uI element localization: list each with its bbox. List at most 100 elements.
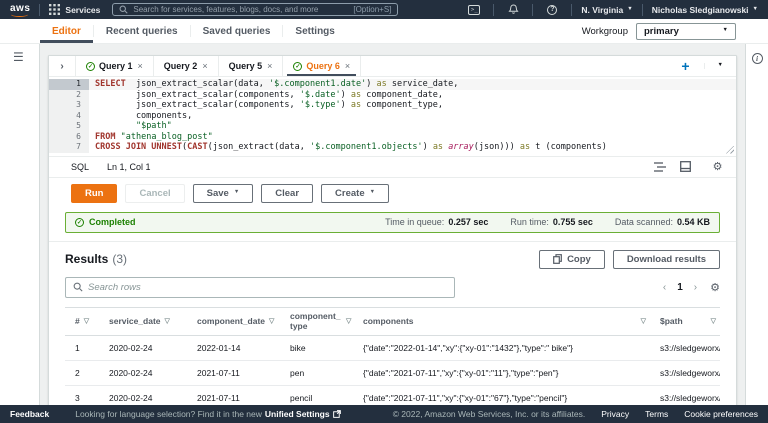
query-tab[interactable]: Query 5×	[219, 56, 284, 76]
chevron-down-icon: ▼	[753, 7, 758, 13]
cancel-button[interactable]: Cancel	[125, 184, 184, 203]
question-icon: ?	[547, 5, 557, 15]
search-rows-input[interactable]: Search rows	[65, 277, 455, 298]
help-button[interactable]: ?	[542, 3, 562, 16]
close-tab-icon[interactable]: ×	[267, 61, 272, 71]
table-row: 12020-02-242022-01-14bike{"date":"2022-0…	[65, 336, 720, 361]
column-header-service-date[interactable]: service_date▽	[99, 313, 187, 329]
query-tab[interactable]: Query 2 ×	[154, 56, 219, 76]
global-search-input[interactable]: Search for services, features, blogs, do…	[112, 3, 398, 16]
right-side-rail: i	[745, 44, 768, 405]
table-cell: 2021-07-11	[187, 393, 280, 403]
column-header-component-date[interactable]: component_date▽	[187, 313, 280, 329]
download-results-button[interactable]: Download results	[613, 250, 720, 269]
copy-button[interactable]: Copy	[539, 250, 605, 269]
table-cell: s3://sledgeworx/athena_demo/example.json	[650, 343, 720, 353]
query-tab[interactable]: ✓Query 6×	[283, 56, 361, 76]
table-cell: s3://sledgeworx/athena_demo/example.json	[650, 393, 720, 403]
editor-code[interactable]: SELECT json_extract_scalar(data, '$.comp…	[89, 79, 736, 153]
minimap-icon[interactable]	[679, 160, 692, 173]
account-menu[interactable]: Nicholas Sledgianowski ▼	[652, 5, 758, 15]
info-icon[interactable]: i	[752, 53, 763, 64]
code-line[interactable]: "$path"	[89, 121, 736, 132]
create-button[interactable]: Create▼	[321, 184, 389, 203]
code-line[interactable]: FROM "athena_blog_post"	[89, 132, 736, 143]
table-row: 22020-02-242021-07-11pen{"date":"2021-07…	[65, 361, 720, 386]
results-table-header: #▽ service_date▽ component_date▽ compone…	[65, 308, 720, 336]
sort-icon[interactable]: ▽	[346, 317, 351, 325]
current-page-number[interactable]: 1	[673, 282, 687, 293]
sort-icon[interactable]: ▽	[641, 317, 646, 325]
tab-saved-queries[interactable]: Saved queries	[191, 19, 283, 43]
cloudshell-button[interactable]: >_	[464, 3, 484, 16]
column-header-component-type[interactable]: component_type▽	[280, 308, 353, 335]
table-cell: 2021-07-11	[187, 368, 280, 378]
terms-link[interactable]: Terms	[645, 409, 668, 419]
divider	[642, 4, 643, 16]
table-cell: 2	[65, 368, 99, 378]
table-cell: 1	[65, 343, 99, 353]
column-header-index[interactable]: #▽	[65, 313, 99, 329]
notifications-button[interactable]	[503, 3, 523, 16]
check-circle-icon: ✓	[86, 62, 95, 71]
column-header-path[interactable]: $path▽	[650, 313, 720, 329]
table-preferences-gear-icon[interactable]: ⚙	[710, 281, 720, 294]
query-tab-strip: ✓Query 1×Query 2×Query 5×✓Query 6×	[76, 56, 361, 76]
divider	[39, 4, 40, 16]
workgroup-select[interactable]: primary ▼	[636, 23, 736, 40]
aws-logo[interactable]: aws	[10, 3, 30, 17]
next-page-icon[interactable]: ›	[694, 282, 697, 293]
close-tab-icon[interactable]: ×	[202, 61, 207, 71]
new-query-tab-button[interactable]: +	[667, 59, 703, 73]
tab-overflow-menu[interactable]: ▼	[704, 63, 736, 69]
sort-icon[interactable]: ▽	[711, 317, 716, 325]
unified-settings-link[interactable]: Unified Settings	[265, 409, 330, 419]
save-button[interactable]: Save▼	[193, 184, 254, 203]
feedback-link[interactable]: Feedback	[10, 409, 49, 419]
workgroup-label: Workgroup	[582, 26, 628, 37]
query-tab-bar: › ✓Query 1×Query 2×Query 5×✓Query 6× + ▼	[49, 56, 736, 77]
search-shortcut: [Option+S]	[353, 5, 391, 14]
query-tab-label: Query 2	[164, 61, 198, 71]
sort-icon[interactable]: ▽	[84, 317, 89, 325]
code-line[interactable]: json_extract_scalar(components, '$.date'…	[89, 90, 736, 101]
code-line[interactable]: components,	[89, 111, 736, 122]
close-tab-icon[interactable]: ×	[345, 61, 350, 71]
editor-settings-gear-icon[interactable]: ⚙	[711, 160, 724, 173]
sort-icon[interactable]: ▽	[269, 317, 274, 325]
table-cell: {"date":"2022-01-14","xy":{"xy-01":"1432…	[353, 343, 650, 353]
run-button[interactable]: Run	[71, 184, 117, 203]
query-tab[interactable]: ✓Query 1×	[76, 56, 154, 76]
privacy-link[interactable]: Privacy	[601, 409, 629, 419]
table-cell: 3	[65, 393, 99, 403]
close-tab-icon[interactable]: ×	[138, 61, 143, 71]
tab-editor[interactable]: Editor	[40, 19, 93, 43]
external-link-icon	[333, 410, 341, 418]
column-header-components[interactable]: components▽	[353, 313, 650, 329]
clear-button[interactable]: Clear	[261, 184, 313, 203]
code-line[interactable]: CROSS JOIN UNNEST(CAST(json_extract(data…	[89, 142, 736, 153]
tab-settings[interactable]: Settings	[283, 19, 346, 43]
sort-icon[interactable]: ▽	[165, 317, 170, 325]
table-row: 32020-02-242021-07-11pencil{"date":"2021…	[65, 386, 720, 405]
user-name: Nicholas Sledgianowski	[652, 5, 749, 15]
code-line[interactable]: SELECT json_extract_scalar(data, '$.comp…	[89, 79, 736, 90]
table-cell: pen	[280, 368, 353, 378]
main-content: ☰ i › ✓Query 1×Query 2×Query 5×✓Query 6×…	[0, 44, 768, 405]
search-icon	[119, 5, 128, 14]
code-line[interactable]: json_extract_scalar(components, '$.type'…	[89, 100, 736, 111]
tab-recent-queries[interactable]: Recent queries	[94, 19, 190, 43]
previous-page-icon[interactable]: ‹	[663, 282, 666, 293]
sql-code-editor[interactable]: 1234567 SELECT json_extract_scalar(data,…	[49, 77, 736, 157]
cookie-preferences-link[interactable]: Cookie preferences	[684, 409, 758, 419]
time-in-queue-stat: Time in queue:0.257 sec	[385, 217, 488, 227]
table-cell: 2020-02-24	[99, 393, 187, 403]
region-selector[interactable]: N. Virginia ▼	[581, 5, 632, 15]
editor-gutter: 1234567	[49, 79, 89, 153]
table-cell: bike	[280, 343, 353, 353]
format-query-icon[interactable]	[653, 160, 666, 173]
expand-panel-button[interactable]: ›	[49, 56, 76, 76]
data-scanned-stat: Data scanned:0.54 KB	[615, 217, 710, 227]
services-menu[interactable]: Services	[49, 4, 100, 15]
menu-hamburger-icon[interactable]: ☰	[13, 51, 39, 63]
